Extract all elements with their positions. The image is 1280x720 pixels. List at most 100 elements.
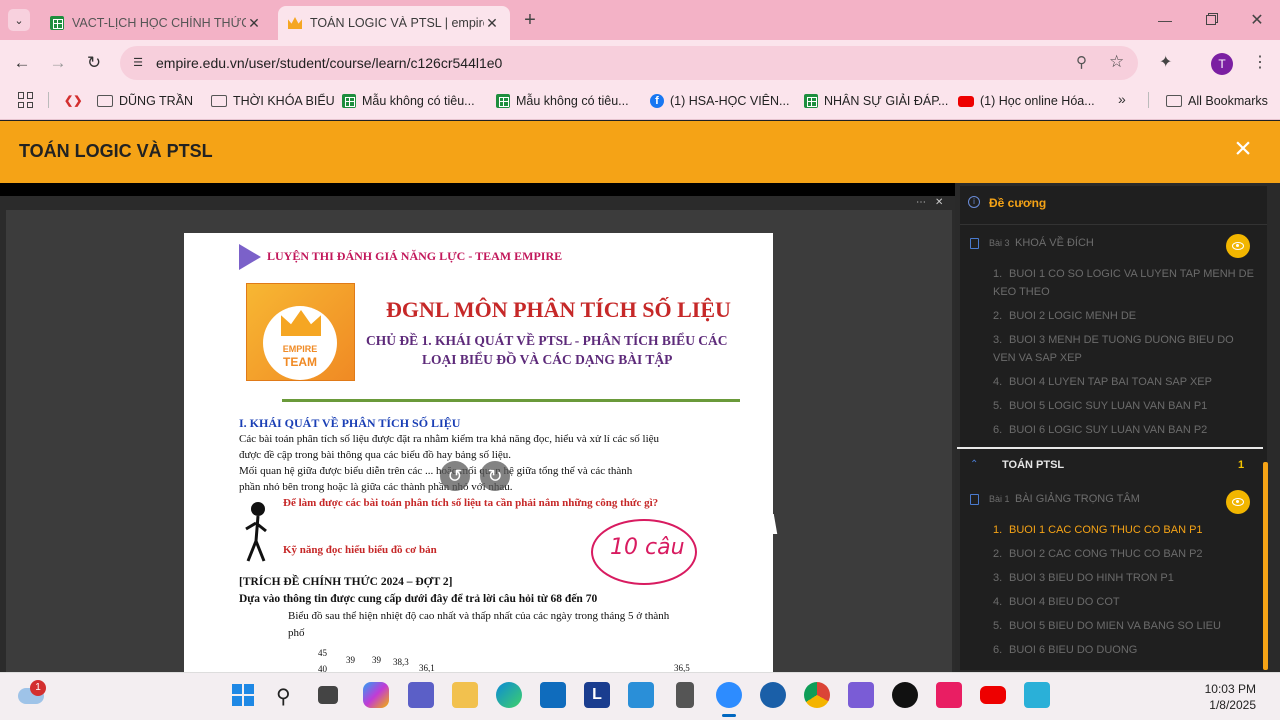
- bookmark-nhan-su[interactable]: NHÂN SỰ GIẢI ĐÁP...: [804, 90, 948, 112]
- doc-chart-desc: phố: [288, 627, 305, 639]
- snipping-tool-icon[interactable]: [848, 682, 874, 708]
- video-top-bar: [0, 183, 955, 196]
- lesson-item[interactable]: 3. BUOI 3 BIEU DO HINH TRON P1: [993, 569, 1255, 587]
- divider: [960, 224, 1267, 225]
- clock[interactable]: 10:03 PM 1/8/2025: [1196, 681, 1256, 713]
- view-eye-button[interactable]: [1226, 234, 1250, 258]
- info-icon: i: [968, 196, 980, 208]
- close-tab-icon[interactable]: ✕: [246, 15, 262, 32]
- copilot-icon[interactable]: [363, 682, 389, 708]
- doc-skill: Kỹ năng đọc hiểu biểu đồ cơ bản: [283, 544, 437, 556]
- sidebar-section-bai-giang[interactable]: Bài 1 BÀI GIẢNG TRỌNG TÂM: [970, 492, 1250, 508]
- apps-icon[interactable]: [18, 92, 34, 108]
- view-eye-button[interactable]: [1226, 490, 1250, 514]
- doc-paragraph: được đề cập trong bài thông qua các biểu…: [239, 449, 512, 461]
- document-icon: [970, 494, 979, 505]
- extensions-icon[interactable]: ✦: [1159, 52, 1179, 72]
- chart-label: 36,1: [419, 663, 435, 672]
- doc-subtitle-2: LOẠI BIỂU ĐỒ VÀ CÁC DẠNG BÀI TẬP: [422, 352, 673, 367]
- menu-icon[interactable]: ⋮: [1252, 52, 1268, 74]
- chevron-down-icon: ⌄: [14, 14, 24, 27]
- new-tab-button[interactable]: +: [518, 9, 542, 31]
- close-tab-icon[interactable]: ✕: [484, 15, 500, 32]
- viewer-more-icon[interactable]: ⋯: [916, 197, 926, 208]
- bookmark-dung-tran[interactable]: DŨNG TRẦN: [97, 90, 193, 112]
- reload-button[interactable]: ↻: [79, 48, 109, 78]
- profile-avatar[interactable]: T: [1211, 53, 1233, 75]
- group-toan-ptsl[interactable]: ⌃ TOÁN PTSL 1: [960, 451, 1258, 479]
- green-divider: [282, 399, 740, 402]
- chrome-icon[interactable]: [804, 682, 830, 708]
- lesson-item[interactable]: 3. BUOI 3 MENH DE TUONG DUONG BIEU DO VEN…: [993, 331, 1255, 367]
- bookmark-hoc-online[interactable]: (1) Học online Hóa...: [958, 90, 1095, 112]
- tab-toan-logic[interactable]: TOÁN LOGIC VÀ PTSL | empire ✕: [278, 6, 510, 40]
- search-icon[interactable]: ⚲: [276, 684, 291, 709]
- restore-button[interactable]: [1188, 0, 1234, 40]
- chart-label: 39: [372, 655, 381, 665]
- sheets-icon: [342, 94, 356, 108]
- doc-main-title: ĐGNL MÔN PHÂN TÍCH SỐ LIỆU: [386, 297, 731, 322]
- forward-button[interactable]: →: [43, 48, 73, 78]
- zoom-icon[interactable]: ⚲: [1076, 53, 1096, 73]
- bookmark-mau-1[interactable]: Mẫu không có tiêu...: [342, 90, 475, 112]
- play-triangle-icon: [239, 244, 261, 270]
- calculator-icon[interactable]: [676, 682, 694, 708]
- youtube-icon[interactable]: [980, 686, 1006, 704]
- lesson-item[interactable]: 4. BUOI 4 LUYEN TAP BAI TOAN SAP XEP: [993, 373, 1255, 391]
- divider: [48, 92, 49, 108]
- chevron-up-icon: ⌃: [970, 459, 979, 470]
- address-bar[interactable]: ☰ empire.edu.vn/user/student/course/lear…: [120, 46, 1138, 80]
- lesson-item[interactable]: 2. BUOI 2 LOGIC MENH DE: [993, 307, 1255, 325]
- course-title: TOÁN LOGIC VÀ PTSL: [19, 141, 213, 161]
- close-window-button[interactable]: ✕: [1234, 0, 1280, 40]
- doc-subtitle-1: CHỦ ĐỀ 1. KHÁI QUÁT VỀ PTSL - PHÂN TÍCH …: [366, 333, 728, 348]
- lesson-item-active[interactable]: 1. BUOI 1 CAC CONG THUC CO BAN P1: [993, 521, 1255, 539]
- more-bookmarks-icon[interactable]: »: [1118, 91, 1126, 107]
- crown-icon: [288, 17, 302, 29]
- all-bookmarks[interactable]: All Bookmarks: [1166, 90, 1268, 112]
- tiktok-studio-icon[interactable]: [936, 682, 962, 708]
- tiktok-icon[interactable]: [892, 682, 918, 708]
- sidebar-heading: Đề cương: [989, 196, 1047, 210]
- bookmark-star-icon[interactable]: ☆: [1109, 52, 1129, 72]
- lesson-item[interactable]: 6. BUOI 6 BIEU DO DUONG: [993, 641, 1255, 659]
- lesson-item[interactable]: 2. BUOI 2 CAC CONG THUC CO BAN P2: [993, 545, 1255, 563]
- site-info-icon[interactable]: ☰: [130, 55, 146, 71]
- l-app-icon[interactable]: L: [584, 682, 610, 708]
- task-view-icon[interactable]: [318, 686, 338, 704]
- file-explorer-icon[interactable]: [452, 682, 478, 708]
- lesson-item[interactable]: 5. BUOI 5 LOGIC SUY LUAN VAN BAN P1: [993, 397, 1255, 415]
- reload-icon: ↻: [86, 53, 102, 72]
- group-count: 1: [1238, 459, 1245, 471]
- arrow-left-icon: ←: [13, 53, 31, 72]
- sidebar-section-khoa-ve-dich[interactable]: Bài 3 KHOÁ VỀ ĐÍCH: [970, 236, 1250, 252]
- edge-icon[interactable]: [496, 682, 522, 708]
- red-logo-icon[interactable]: ❮❯: [64, 94, 82, 107]
- bookmark-hsa[interactable]: f (1) HSA-HỌC VIÊN...: [650, 90, 789, 112]
- minimize-button[interactable]: —: [1142, 0, 1188, 40]
- lesson-item[interactable]: 1. BUOI 1 CO SO LOGIC VA LUYEN TAP MENH D…: [993, 265, 1255, 301]
- lesson-item[interactable]: 4. BUOI 4 BIEU DO COT: [993, 593, 1255, 611]
- zoom-icon[interactable]: [716, 682, 742, 708]
- rotate-left-icon[interactable]: ↺: [440, 461, 470, 491]
- pen-app-icon[interactable]: [628, 682, 654, 708]
- notepad-icon[interactable]: [1024, 682, 1050, 708]
- viewer-close-icon[interactable]: ✕: [935, 197, 943, 208]
- bookmark-mau-2[interactable]: Mẫu không có tiêu...: [496, 90, 629, 112]
- sheets-icon: [496, 94, 510, 108]
- tab-search-button[interactable]: ⌄: [8, 9, 30, 31]
- store-icon[interactable]: [540, 682, 566, 708]
- back-button[interactable]: ←: [7, 48, 37, 78]
- sidebar-scrollbar[interactable]: [1263, 462, 1268, 670]
- folder-icon: [97, 95, 113, 107]
- close-icon[interactable]: ×: [1228, 134, 1258, 164]
- tab-lich-hoc[interactable]: VACT-LỊCH HỌC CHÍNH THỨC ✕: [40, 6, 272, 40]
- rotate-right-icon[interactable]: ↻: [480, 461, 510, 491]
- start-icon[interactable]: [232, 684, 254, 706]
- lesson-item[interactable]: 5. BUOI 5 BIEU DO MIEN VA BANG SO LIEU: [993, 617, 1255, 635]
- ink-app-icon[interactable]: [760, 682, 786, 708]
- lesson-item[interactable]: 6. BUOI 6 LOGIC SUY LUAN VAN BAN P2: [993, 421, 1255, 439]
- bookmark-thoi-khoa-bieu[interactable]: THỜI KHÓA BIỂU: [211, 90, 335, 112]
- chart-label: 36,5: [674, 663, 690, 672]
- teams-icon[interactable]: [408, 682, 434, 708]
